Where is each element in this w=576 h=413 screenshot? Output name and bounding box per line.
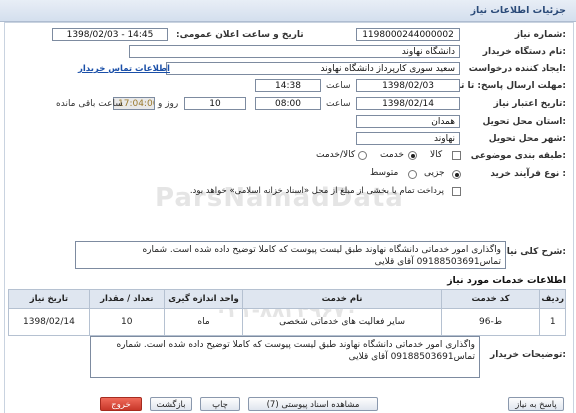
- col-service-name: نام خدمت: [242, 289, 442, 309]
- services-header-row: تاریخ نیاز تعداد / مقدار واحد اندازه گیر…: [8, 289, 566, 309]
- category-label: طبقه بندی موضوعی:: [470, 151, 566, 161]
- reply-deadline-label: مهلت ارسال پاسخ: تا تاریخ:: [442, 81, 566, 91]
- need-number-field: 1198000244000002: [356, 28, 460, 41]
- col-row: ردیف: [539, 289, 566, 309]
- delivery-city-field: نهاوند: [356, 132, 460, 145]
- col-quantity: تعداد / مقدار: [88, 289, 165, 309]
- need-description-box: واگذاری امور خدماتی دانشگاه نهاوند طبق ل…: [75, 241, 506, 269]
- need-number-label: شماره نیاز:: [514, 30, 566, 40]
- delivery-province-label: استان محل تحویل:: [482, 117, 566, 127]
- validity-time: 08:00: [255, 97, 321, 110]
- category-goods-label: کالا: [430, 150, 443, 160]
- category-goods-checkbox[interactable]: [452, 151, 461, 160]
- cell-quantity: 10: [88, 308, 165, 336]
- cell-unit: ماه: [163, 308, 244, 336]
- process-partial-label: جزیی: [424, 168, 445, 178]
- process-medium-label: متوسط: [370, 168, 399, 178]
- reply-time-label: ساعت: [326, 81, 351, 91]
- validity-time-label: ساعت: [326, 99, 351, 109]
- category-service-radio[interactable]: [408, 151, 417, 160]
- category-goods-service-label: کالا/خدمت: [316, 150, 356, 160]
- buyer-org-field: دانشگاه نهاوند: [129, 45, 460, 58]
- process-partial-radio[interactable]: [452, 170, 461, 179]
- process-type-label: نوع فرآیند خرید :: [490, 169, 566, 179]
- col-need-date: تاریخ نیاز: [8, 289, 90, 309]
- requester-label: ایجاد کننده درخواست:: [468, 64, 566, 74]
- validity-label: تاریخ اعتبار نیاز:: [493, 99, 566, 109]
- cell-need-date: 1398/02/14: [8, 308, 90, 336]
- category-goods-service-radio[interactable]: [358, 151, 367, 160]
- reply-button[interactable]: پاسخ به نیاز: [508, 397, 564, 411]
- view-attachments-button[interactable]: مشاهده اسناد پیوستی (7): [248, 397, 378, 411]
- delivery-province-field: همدان: [356, 115, 460, 128]
- print-button[interactable]: چاپ: [200, 397, 240, 411]
- validity-days: 10: [184, 97, 246, 110]
- col-unit: واحد اندازه گیری: [163, 289, 244, 309]
- announce-datetime-field: 1398/02/03 - 14:45: [52, 28, 168, 41]
- exit-button[interactable]: خروج: [100, 397, 142, 411]
- services-table: تاریخ نیاز تعداد / مقدار واحد اندازه گیر…: [8, 289, 566, 336]
- days-label: روز و: [158, 99, 179, 109]
- back-button[interactable]: بازگشت: [150, 397, 192, 411]
- process-medium-radio[interactable]: [408, 170, 417, 179]
- services-section-title: اطلاعات خدمات مورد نیاز: [447, 275, 566, 286]
- requester-field: سعید سوری کارپرداز دانشگاه نهاوند: [166, 62, 460, 75]
- payment-note-checkbox[interactable]: [452, 187, 461, 196]
- buyer-notes-box: واگذاری امور خدماتی دانشگاه نهاوند طبق ل…: [90, 336, 480, 378]
- validity-date: 1398/02/14: [356, 97, 460, 110]
- buyer-org-label: نام دستگاه خریدار:: [482, 47, 566, 57]
- buyer-contact-link[interactable]: اطلاعات تماس خریدار: [78, 64, 170, 74]
- buyer-notes-label: توضیحات خریدار:: [490, 350, 566, 360]
- cell-service-name: سایر فعالیت های خدماتی شخصی: [242, 308, 442, 336]
- table-row: 1398/02/14 10 ماه سایر فعالیت های خدماتی…: [8, 308, 566, 336]
- delivery-city-label: شهر محل تحویل:: [488, 134, 566, 144]
- category-service-label: خدمت: [380, 150, 404, 160]
- remaining-label: ساعت باقی مانده: [56, 99, 123, 109]
- page-title: جزئیات اطلاعات نیاز: [470, 5, 566, 16]
- need-description-label: شرح کلی نیاز:: [501, 247, 566, 257]
- cell-row: 1: [539, 308, 566, 336]
- cell-service-code: ط-96: [440, 308, 541, 336]
- reply-deadline-date: 1398/02/03: [356, 79, 460, 92]
- reply-deadline-time: 14:38: [255, 79, 321, 92]
- col-service-code: کد خدمت: [440, 289, 541, 309]
- announce-datetime-label: تاریخ و ساعت اعلان عمومی:: [176, 30, 304, 40]
- payment-note-text: پرداخت تمام یا بخشی از مبلغ از محل «اسنا…: [189, 186, 444, 196]
